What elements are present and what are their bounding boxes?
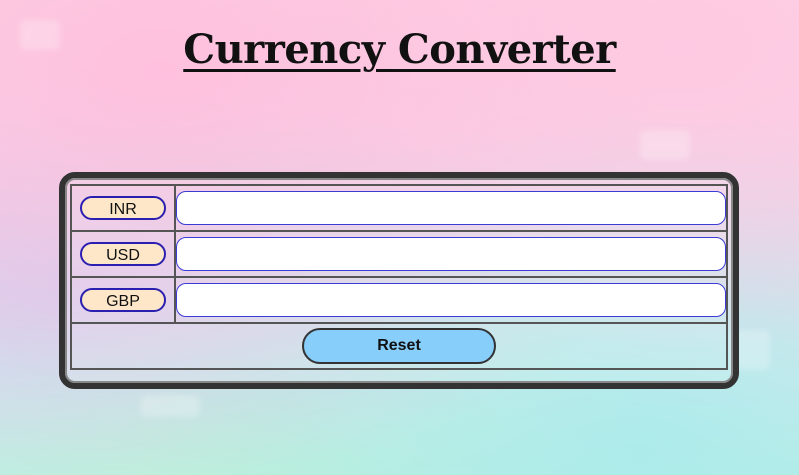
page-title: Currency Converter <box>183 26 616 73</box>
currency-row-inr: INR <box>70 184 728 232</box>
currency-badge-gbp: GBP <box>80 288 166 312</box>
currency-label-cell: USD <box>70 230 176 278</box>
currency-badge-usd: USD <box>80 242 166 266</box>
currency-label-cell: GBP <box>70 276 176 324</box>
converter-panel: INR USD GBP Reset <box>59 172 739 389</box>
inr-amount-input[interactable] <box>176 191 726 225</box>
reset-cell: Reset <box>70 322 728 370</box>
converter-table: INR USD GBP Reset <box>70 184 728 370</box>
currency-row-usd: USD <box>70 230 728 278</box>
reset-row: Reset <box>70 322 728 370</box>
currency-row-gbp: GBP <box>70 276 728 324</box>
background-decoration <box>640 130 690 160</box>
gbp-amount-input[interactable] <box>176 283 726 317</box>
background-decoration <box>140 395 200 417</box>
amount-cell <box>174 230 728 278</box>
currency-badge-inr: INR <box>80 196 166 220</box>
amount-cell <box>174 276 728 324</box>
amount-cell <box>174 184 728 232</box>
currency-label-cell: INR <box>70 184 176 232</box>
reset-button[interactable]: Reset <box>302 328 496 364</box>
usd-amount-input[interactable] <box>176 237 726 271</box>
